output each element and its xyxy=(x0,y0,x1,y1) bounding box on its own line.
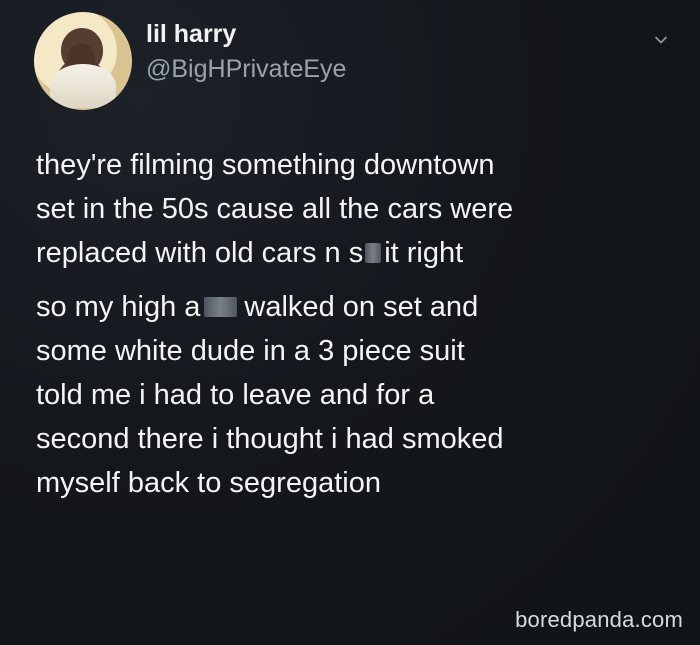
tweet-line: so my high a walked on set and xyxy=(36,285,676,329)
tweet-line: myself back to segregation xyxy=(36,467,381,499)
censor-block xyxy=(365,243,382,263)
chevron-down-icon xyxy=(655,36,667,44)
tweet-line: they're filming something downtown xyxy=(36,149,495,181)
tweet-line: told me i had to leave and for a xyxy=(36,379,435,411)
display-name[interactable]: lil harry xyxy=(146,20,236,49)
tweet-line-segment: it right xyxy=(384,237,464,269)
tweet-line-segment: walked on set and xyxy=(244,291,479,323)
tweet-paragraph-2: so my high a walked on set and some white… xyxy=(36,285,676,505)
tweet-line-segment: so my high a xyxy=(36,291,201,323)
tweet-line: some white dude in a 3 piece suit xyxy=(36,335,465,367)
tweet-line: second there i thought i had smoked xyxy=(36,423,504,455)
tweet-line: set in the 50s cause all the cars were xyxy=(36,193,514,225)
tweet-menu-button[interactable] xyxy=(652,31,670,49)
profile-avatar[interactable] xyxy=(34,12,132,110)
tweet-line-segment: replaced with old cars n s xyxy=(36,237,364,269)
censor-block xyxy=(204,297,238,317)
tweet-paragraph-1: they're filming something downtown set i… xyxy=(36,143,676,275)
user-handle[interactable]: @BigHPrivateEye xyxy=(146,55,346,84)
tweet-line: replaced with old cars n s it right xyxy=(36,231,676,275)
tweet-card: lil harry @BigHPrivateEye they're filmin… xyxy=(0,0,700,645)
watermark: boredpanda.com xyxy=(515,607,683,632)
tweet-text: they're filming something downtown set i… xyxy=(36,143,676,505)
